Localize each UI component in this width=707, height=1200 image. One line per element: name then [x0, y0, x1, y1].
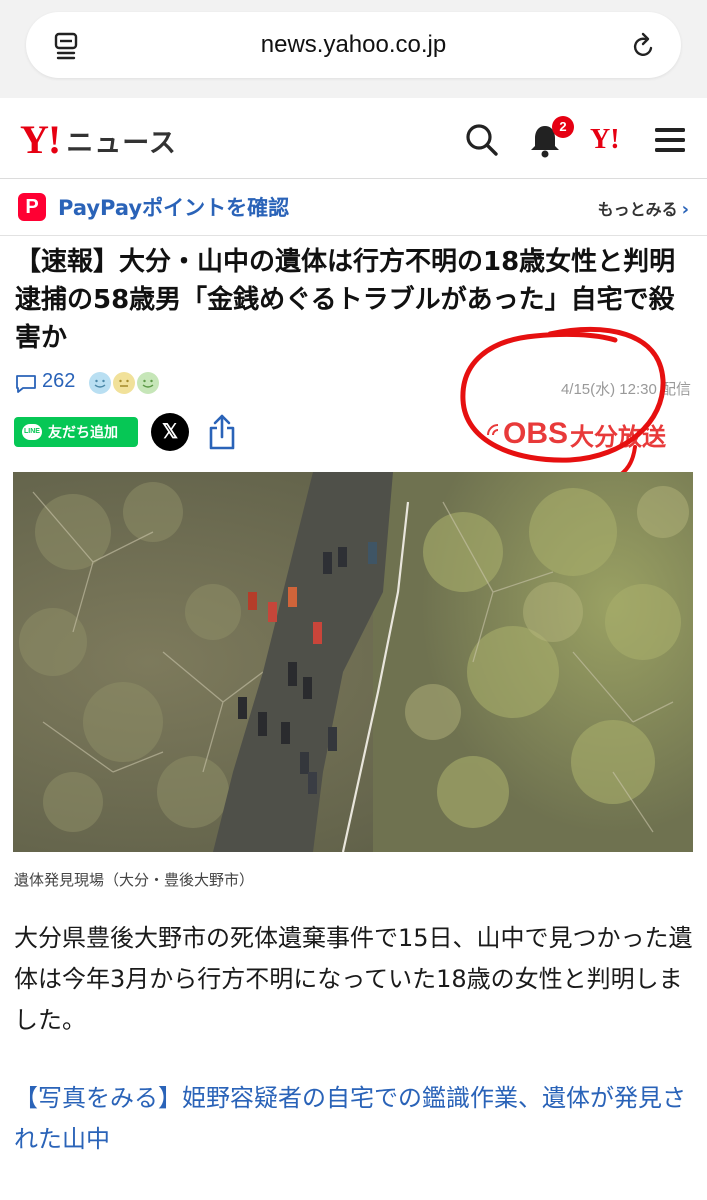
site-header: Y! ニュース 2 Y!: [0, 98, 707, 179]
logo-text: ニュース: [66, 127, 177, 159]
comment-icon[interactable]: [15, 374, 37, 394]
related-photo-link[interactable]: 【写真をみる】姫野容疑者の自宅での鑑識作業、遺体が発見された山中: [14, 1078, 694, 1160]
article-body: 大分県豊後大野市の死体遺棄事件で15日、山中で見つかった遺体は今年3月から行方不…: [14, 924, 693, 1034]
source-name: 大分放送: [570, 422, 667, 451]
notification-badge: 2: [552, 116, 574, 138]
logo-mark: Y!: [20, 117, 61, 162]
article-headline: 【速報】大分・山中の遺体は行方不明の18歳女性と判明 逮捕の58歳男「金銭めぐる…: [15, 247, 702, 353]
reload-icon[interactable]: [631, 32, 657, 60]
broadcast-waves-icon: [487, 424, 499, 436]
comment-count[interactable]: 262: [42, 370, 75, 393]
search-icon[interactable]: [464, 122, 500, 158]
more-label: もっとみる: [597, 200, 678, 219]
reaction-face-icon: [113, 372, 135, 394]
chevron-right-icon: ›: [681, 199, 689, 220]
paypay-label[interactable]: PayPayポイントを確認: [58, 192, 289, 222]
line-logo-icon: LINE: [22, 424, 42, 440]
reaction-face-icon: [137, 372, 159, 394]
menu-icon[interactable]: [652, 122, 688, 158]
yahoo-top-link[interactable]: Y!: [590, 124, 620, 156]
reaction-faces[interactable]: [88, 371, 160, 397]
line-button-label: 友だち追加: [48, 425, 118, 441]
aerial-forest-photo: [13, 472, 693, 852]
more-link[interactable]: もっとみる ›: [598, 196, 689, 220]
paypay-icon: P: [18, 193, 46, 221]
browser-bar: news.yahoo.co.jp: [0, 0, 707, 98]
article-photo[interactable]: [13, 472, 693, 852]
x-share-button[interactable]: 𝕏: [151, 413, 189, 451]
reaction-face-icon: [89, 372, 111, 394]
publish-datetime: 4/15(水) 12:30 配信: [560, 381, 691, 398]
line-add-friend-button[interactable]: LINE 友だち追加: [14, 417, 138, 447]
photo-caption: 遺体発見現場（大分・豊後大野市）: [14, 871, 255, 889]
address-bar[interactable]: news.yahoo.co.jp: [26, 12, 681, 78]
source-logo[interactable]: OBS 大分放送: [484, 414, 666, 454]
paypay-banner[interactable]: P PayPayポイントを確認 もっとみる ›: [0, 179, 707, 236]
yahoo-news-logo[interactable]: Y! ニュース: [20, 120, 177, 160]
share-icon[interactable]: [206, 413, 238, 451]
source-logo-text: OBS: [503, 417, 569, 450]
url-text[interactable]: news.yahoo.co.jp: [26, 31, 681, 59]
